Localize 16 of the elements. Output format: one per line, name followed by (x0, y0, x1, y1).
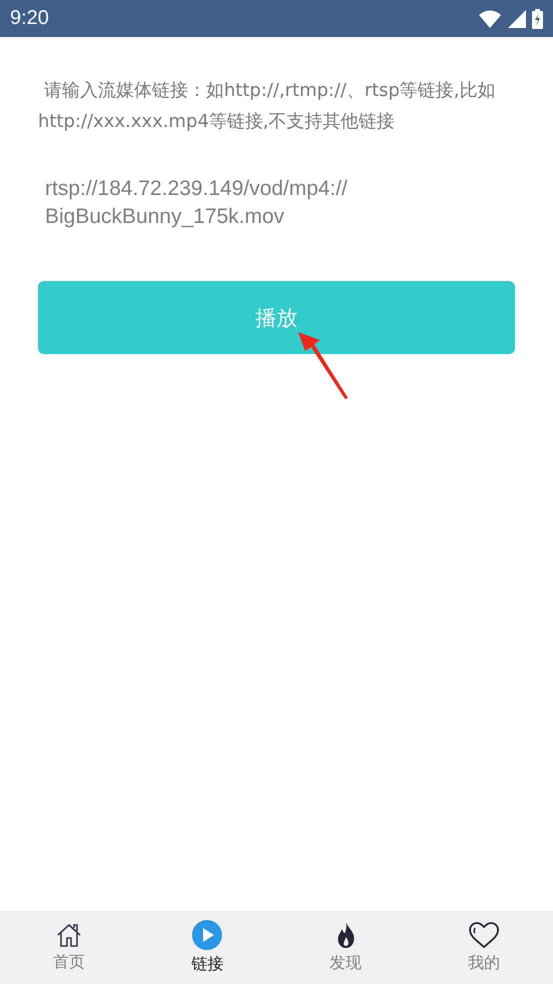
battery-icon (532, 8, 543, 28)
status-time: 9:20 (10, 7, 50, 30)
heart-icon (468, 921, 500, 949)
signal-icon (508, 10, 526, 28)
play-button[interactable]: 播放 (38, 281, 515, 354)
nav-tab[interactable]: 我的 (414, 911, 553, 984)
nav-tab[interactable]: 发现 (276, 911, 415, 984)
play-icon (192, 920, 222, 950)
url-field[interactable]: rtsp://184.72.239.149/vod/mp4:// BigBuckBunny_175k.mov (45, 175, 515, 231)
hint-text: 请输入流媒体链接：如http://,rtmp://、rtsp等链接,比如http://xxx.xxx.mp4等链接,不支持其他链接 (38, 79, 496, 134)
annotation-arrow (296, 330, 350, 400)
nav-tab[interactable]: 首页 (0, 911, 138, 984)
wifi-icon (478, 8, 502, 28)
flame-icon (336, 921, 356, 949)
home-icon (55, 922, 84, 948)
nav-tab[interactable]: 链接 (138, 911, 276, 984)
